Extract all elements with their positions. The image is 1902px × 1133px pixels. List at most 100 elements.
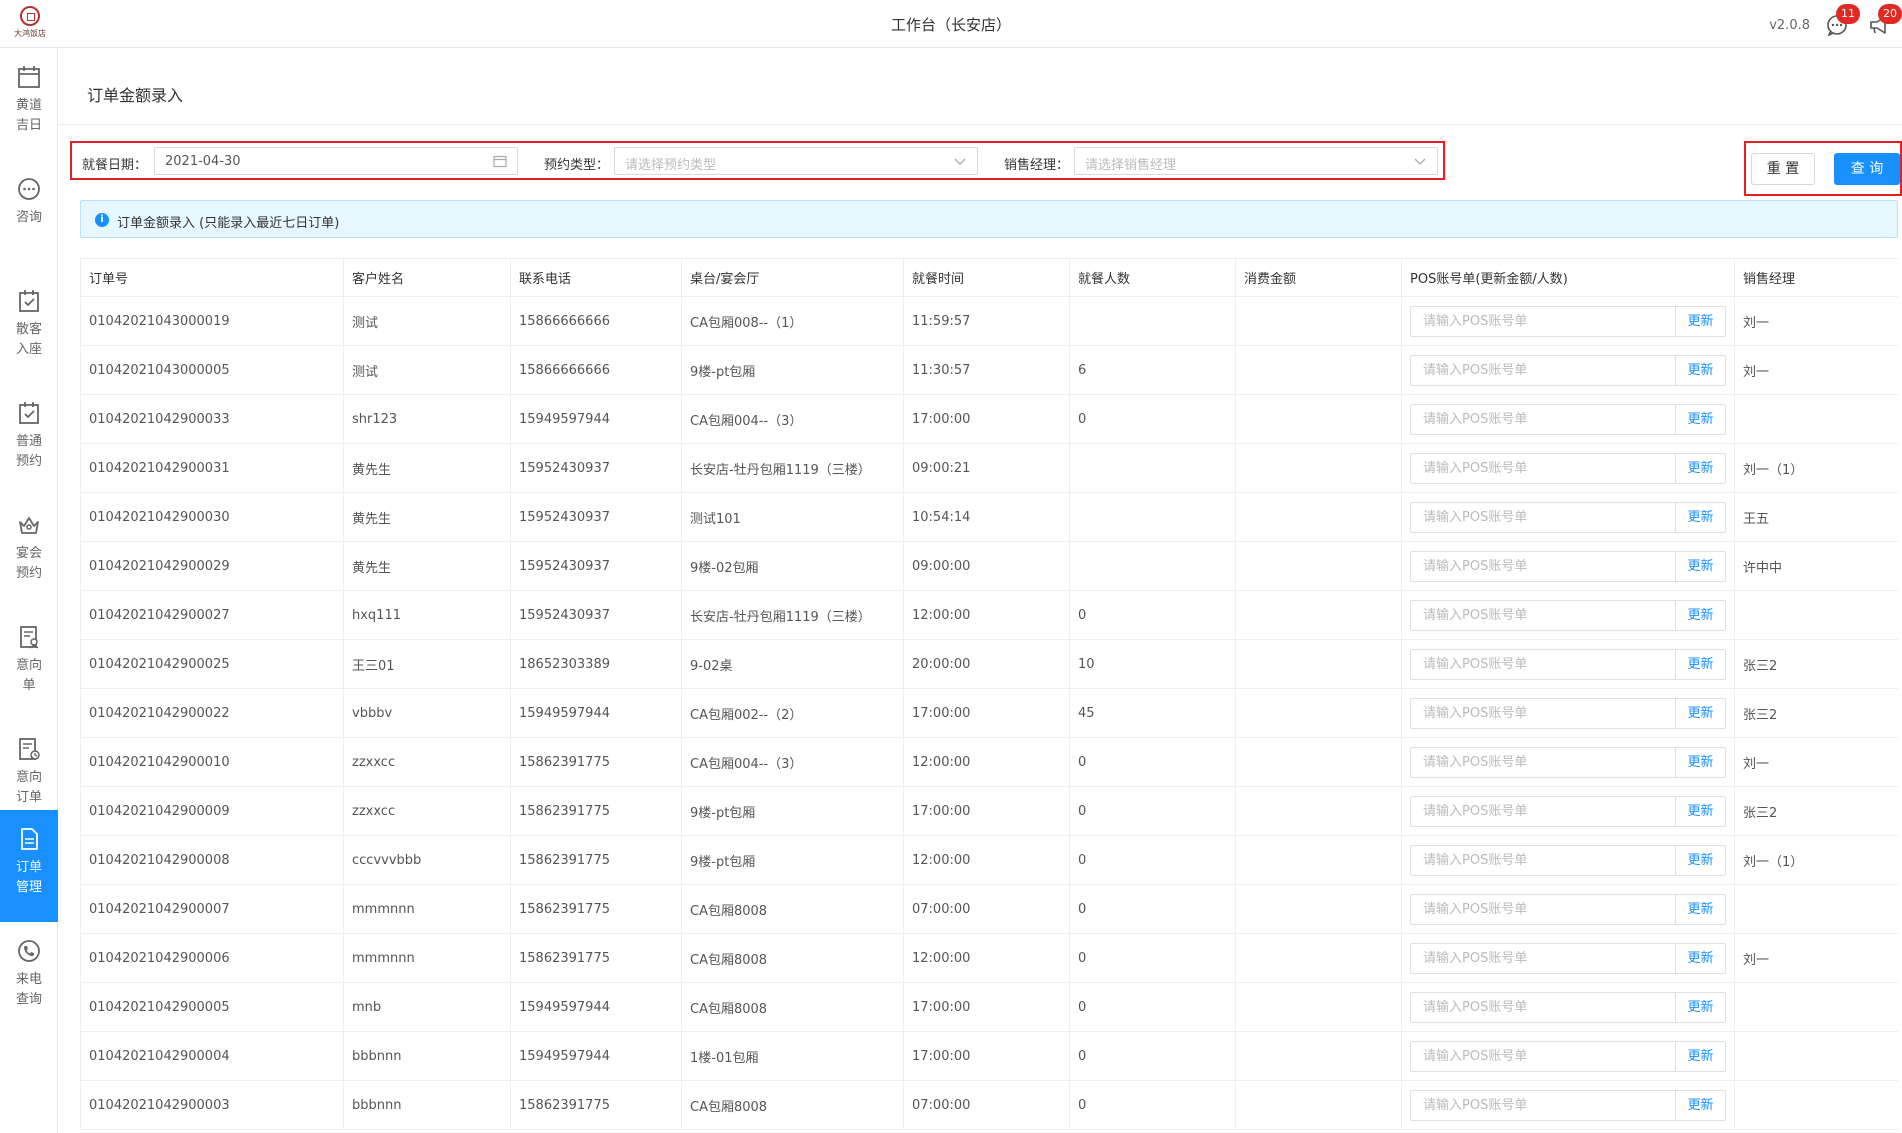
update-button[interactable]: 更新	[1675, 454, 1725, 483]
sidebar-item-walkin[interactable]: 散客入座	[0, 272, 58, 384]
query-button[interactable]: 查 询	[1834, 153, 1900, 185]
guests-cell: 0	[1069, 982, 1236, 1032]
update-button[interactable]: 更新	[1675, 552, 1725, 581]
pos-account-input[interactable]: 请输入POS账号单 更新	[1410, 453, 1726, 484]
update-button[interactable]: 更新	[1675, 1042, 1725, 1071]
pos-account-input[interactable]: 请输入POS账号单 更新	[1410, 698, 1726, 729]
sidebar-item-consult[interactable]: 咨询	[0, 160, 58, 272]
sidebar: 黄道吉日 咨询 散客入座 普通预约 宴会预约 意向单 意向订单 订单管理 来电查…	[0, 48, 58, 1133]
guests-cell	[1069, 443, 1236, 493]
pos-account-input[interactable]: 请输入POS账号单 更新	[1410, 600, 1726, 631]
time-cell: 20:00:00	[903, 639, 1070, 689]
col-order-no: 订单号	[80, 258, 344, 297]
pos-placeholder: 请输入POS账号单	[1423, 559, 1528, 574]
order-no-cell: 01042021042900030	[80, 492, 344, 542]
pos-account-input[interactable]: 请输入POS账号单 更新	[1410, 992, 1726, 1023]
guests-cell: 6	[1069, 345, 1236, 395]
table-cell: 长安店-牡丹包厢1119（三楼）	[681, 590, 904, 640]
amount-cell	[1235, 541, 1402, 591]
update-button[interactable]: 更新	[1675, 797, 1725, 826]
pos-account-input[interactable]: 请输入POS账号单 更新	[1410, 894, 1726, 925]
update-button[interactable]: 更新	[1675, 601, 1725, 630]
order-no-cell: 01042021043000019	[80, 296, 344, 346]
update-button[interactable]: 更新	[1675, 405, 1725, 434]
time-cell: 07:00:00	[903, 884, 1070, 934]
time-cell: 11:30:57	[903, 345, 1070, 395]
title-divider	[58, 124, 1902, 125]
pos-placeholder: 请输入POS账号单	[1423, 1049, 1528, 1064]
sidebar-item-call-lookup[interactable]: 来电查询	[0, 922, 58, 1034]
col-customer: 客户姓名	[343, 258, 511, 297]
sales-manager-select[interactable]: 请选择销售经理	[1074, 147, 1438, 175]
sidebar-item-intent[interactable]: 意向单	[0, 608, 58, 720]
pos-placeholder: 请输入POS账号单	[1423, 1098, 1528, 1113]
reset-button[interactable]: 重 置	[1751, 153, 1815, 185]
time-cell: 12:00:00	[903, 737, 1070, 787]
update-button[interactable]: 更新	[1675, 650, 1725, 679]
sidebar-item-label: 普通预约	[15, 434, 42, 469]
update-button[interactable]: 更新	[1675, 895, 1725, 924]
customer-cell: 黄先生	[343, 443, 511, 493]
pos-account-input[interactable]: 请输入POS账号单 更新	[1410, 355, 1726, 386]
guests-cell: 0	[1069, 590, 1236, 640]
pos-account-input[interactable]: 请输入POS账号单 更新	[1410, 1041, 1726, 1072]
customer-cell: hxq111	[343, 590, 511, 640]
update-button[interactable]: 更新	[1675, 503, 1725, 532]
pos-account-input[interactable]: 请输入POS账号单 更新	[1410, 747, 1726, 778]
pos-account-input[interactable]: 请输入POS账号单 更新	[1410, 551, 1726, 582]
pos-cell: 请输入POS账号单 更新	[1401, 639, 1735, 689]
order-doc-icon	[21, 828, 38, 850]
sidebar-item-banquet[interactable]: 宴会预约	[0, 496, 58, 608]
pos-account-input[interactable]: 请输入POS账号单 更新	[1410, 502, 1726, 533]
amount-cell	[1235, 296, 1402, 346]
pos-account-input[interactable]: 请输入POS账号单 更新	[1410, 845, 1726, 876]
phone-icon	[18, 940, 40, 962]
update-button[interactable]: 更新	[1675, 944, 1725, 973]
date-picker[interactable]: 2021-04-30	[154, 147, 518, 175]
table-cell: CA包厢8008	[681, 933, 904, 983]
table-row: 01042021042900025 王三01 18652303389 9-02桌 20:…	[80, 639, 1898, 689]
sidebar-item-calendar[interactable]: 黄道吉日	[0, 48, 58, 160]
table-cell: 9楼-02包厢	[681, 541, 904, 591]
time-cell: 07:00:00	[903, 1080, 1070, 1130]
pos-account-input[interactable]: 请输入POS账号单 更新	[1410, 649, 1726, 680]
pos-placeholder: 请输入POS账号单	[1423, 902, 1528, 917]
table-header-row: 订单号 客户姓名 联系电话 桌台/宴会厅 就餐时间 就餐人数 消费金额 POS账…	[80, 258, 1898, 297]
pos-account-input[interactable]: 请输入POS账号单 更新	[1410, 404, 1726, 435]
message-badge: 11	[1836, 4, 1860, 24]
amount-cell	[1235, 443, 1402, 493]
time-cell: 10:54:14	[903, 492, 1070, 542]
update-button[interactable]: 更新	[1675, 699, 1725, 728]
sidebar-item-label: 订单管理	[15, 860, 42, 895]
phone-cell: 15952430937	[510, 443, 682, 493]
guests-cell: 0	[1069, 737, 1236, 787]
update-button[interactable]: 更新	[1675, 307, 1725, 336]
amount-cell	[1235, 1080, 1402, 1130]
update-button[interactable]: 更新	[1675, 356, 1725, 385]
pos-cell: 请输入POS账号单 更新	[1401, 835, 1735, 885]
pos-cell: 请输入POS账号单 更新	[1401, 345, 1735, 395]
sidebar-item-order-manage[interactable]: 订单管理	[0, 810, 58, 922]
info-alert: i 订单金额录入 (只能录入最近七日订单)	[80, 200, 1898, 238]
pos-account-input[interactable]: 请输入POS账号单 更新	[1410, 306, 1726, 337]
update-button[interactable]: 更新	[1675, 1091, 1725, 1120]
time-cell: 17:00:00	[903, 1031, 1070, 1081]
table-cell: 9-02桌	[681, 639, 904, 689]
sidebar-item-normal-reserve[interactable]: 普通预约	[0, 384, 58, 496]
update-button[interactable]: 更新	[1675, 846, 1725, 875]
message-button[interactable]: 11	[1826, 4, 1860, 37]
update-button[interactable]: 更新	[1675, 748, 1725, 777]
manager-cell: 刘一	[1734, 737, 1898, 787]
reserve-type-select[interactable]: 请选择预约类型	[614, 147, 978, 175]
pos-account-input[interactable]: 请输入POS账号单 更新	[1410, 1090, 1726, 1121]
amount-cell	[1235, 786, 1402, 836]
update-button[interactable]: 更新	[1675, 993, 1725, 1022]
table-row: 01042021042900007 mmmnnn 15862391775 CA包厢80…	[80, 884, 1898, 934]
notice-button[interactable]: 20	[1868, 4, 1902, 36]
phone-cell: 15862391775	[510, 884, 682, 934]
pos-account-input[interactable]: 请输入POS账号单 更新	[1410, 943, 1726, 974]
pos-account-input[interactable]: 请输入POS账号单 更新	[1410, 796, 1726, 827]
manager-cell: 许中中	[1734, 541, 1898, 591]
reserve-type-placeholder: 请选择预约类型	[625, 158, 717, 173]
table-cell: 长安店-牡丹包厢1119（三楼）	[681, 443, 904, 493]
